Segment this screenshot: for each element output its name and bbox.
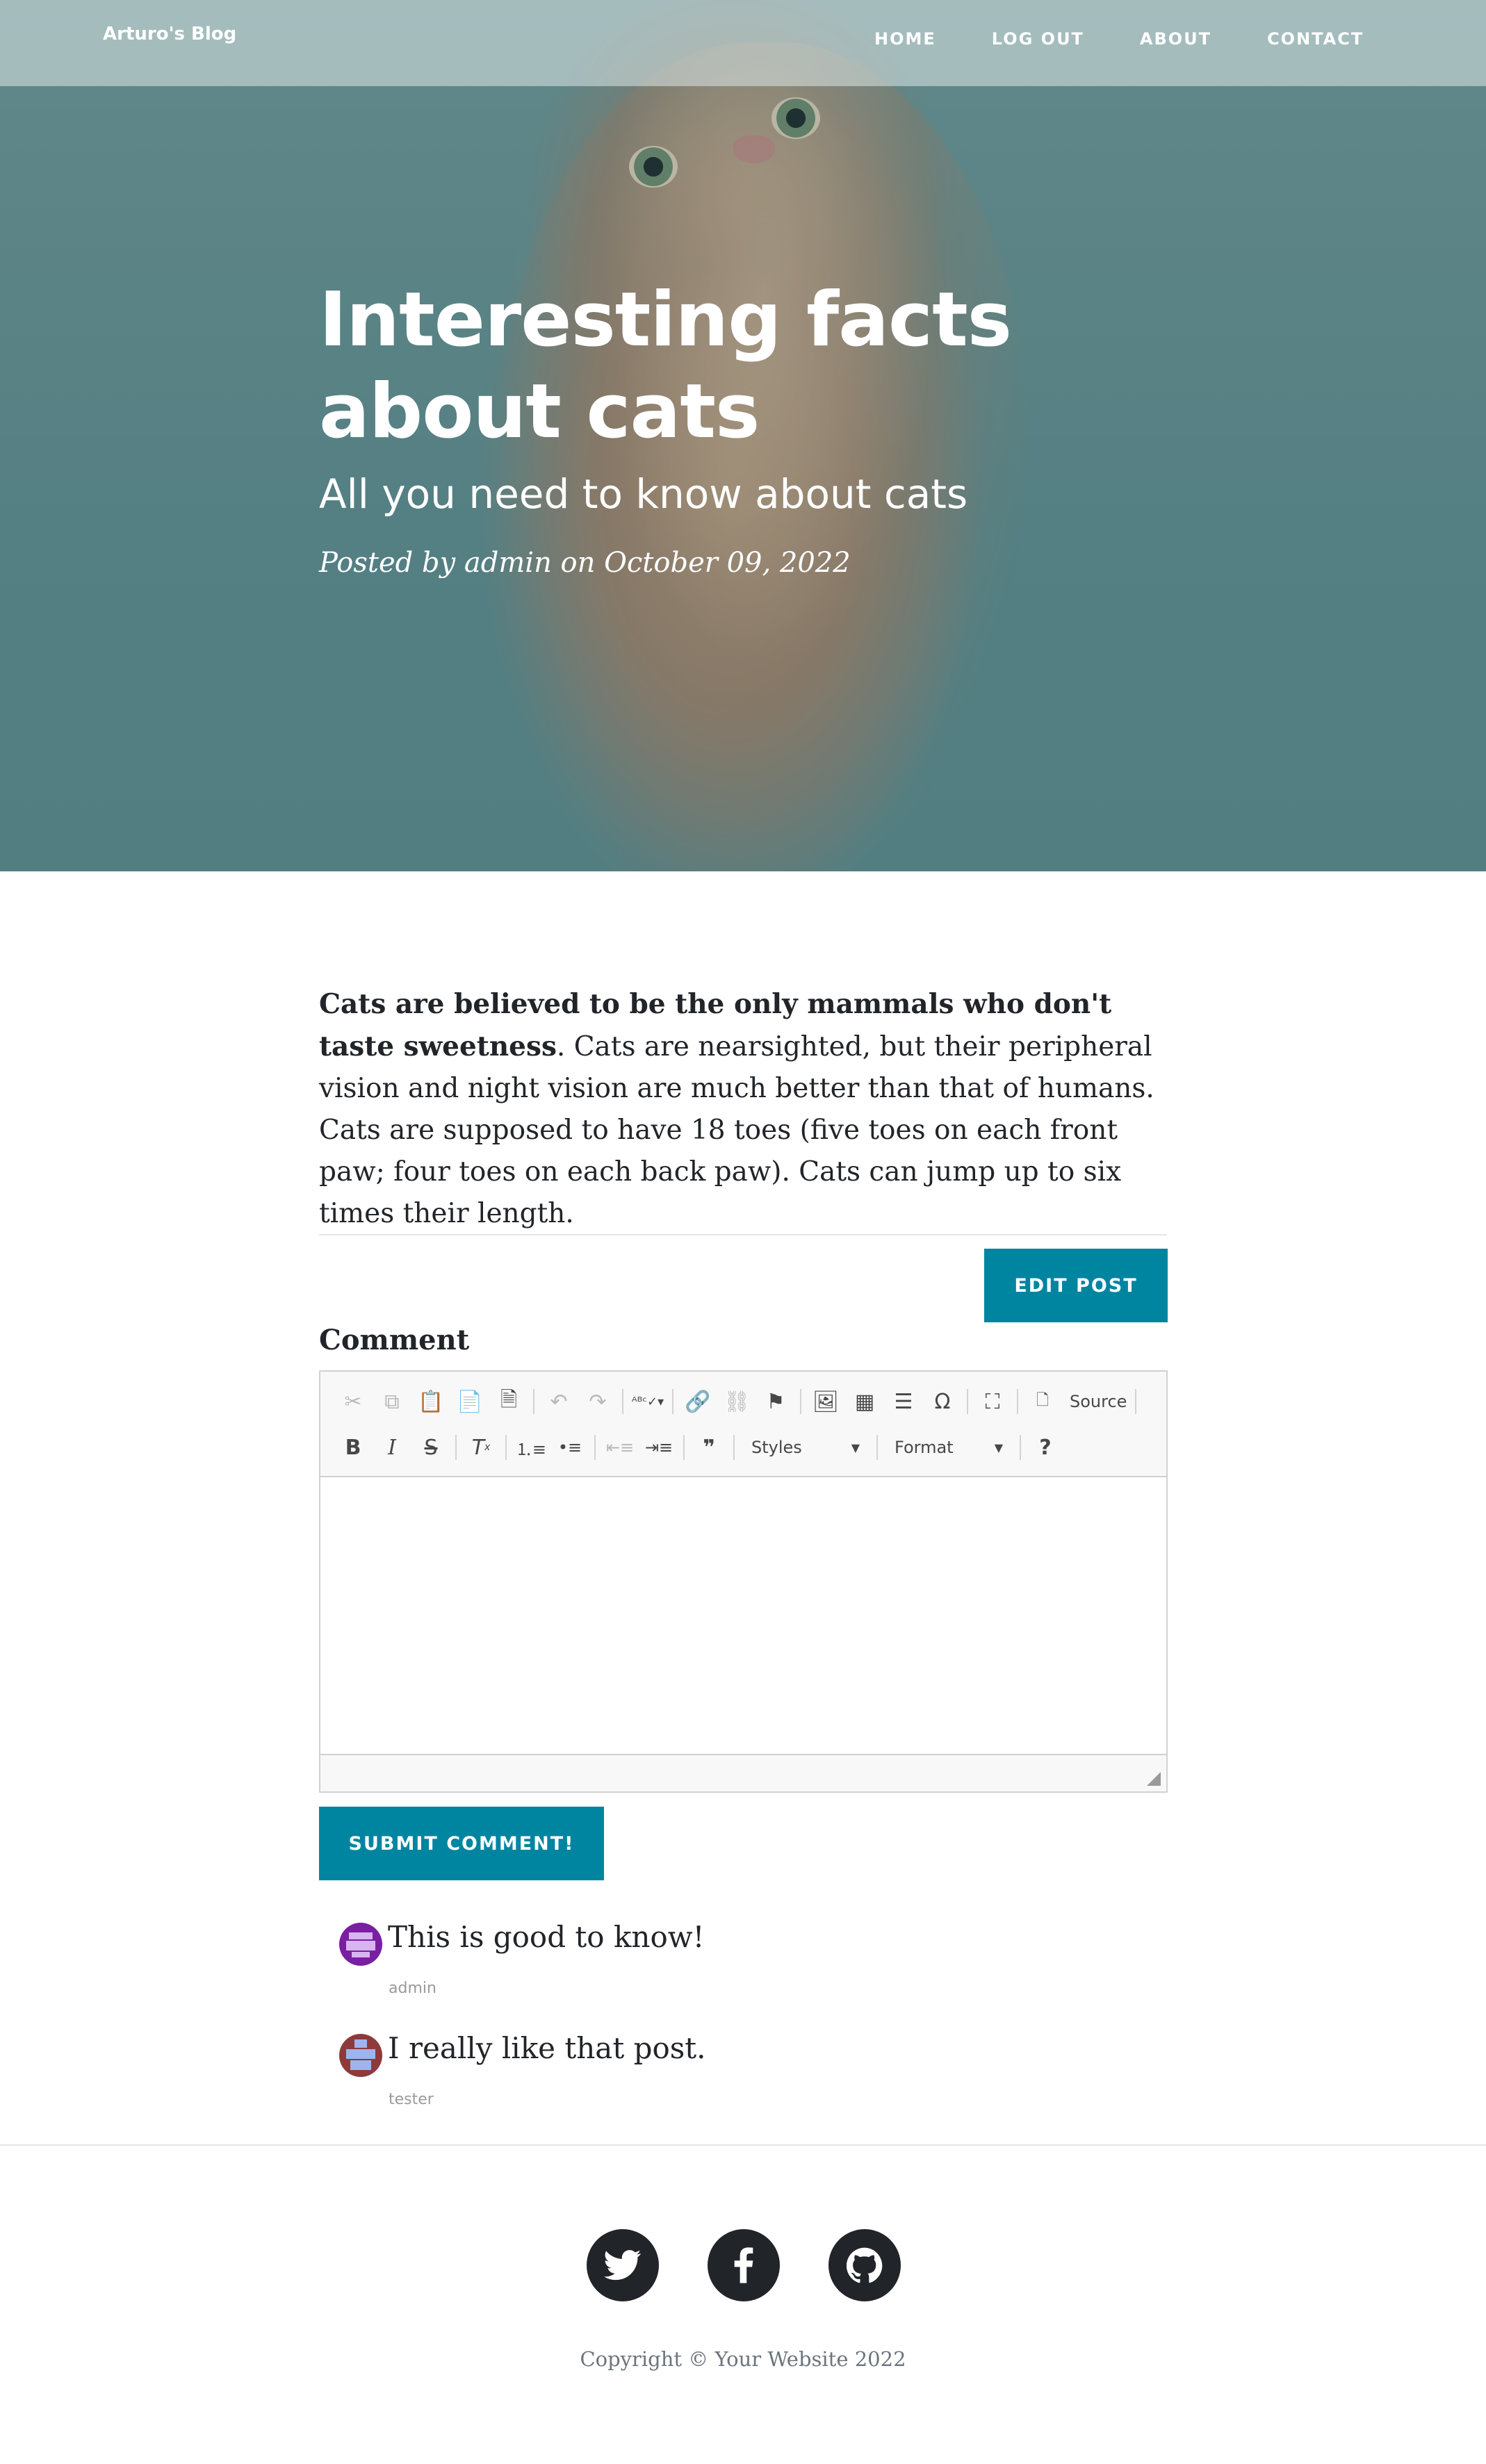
toolbar-separator — [1017, 1389, 1018, 1414]
post-meta: Posted by admin on October 09, 2022 — [319, 547, 1153, 579]
styles-dropdown-label: Styles — [751, 1438, 802, 1457]
navbar: Arturo's Blog HOME LOG OUT ABOUT CONTACT — [0, 0, 1486, 86]
format-dropdown-label: Format — [895, 1438, 954, 1457]
nav-links: HOME LOG OUT ABOUT CONTACT — [874, 29, 1419, 49]
content-divider — [319, 1234, 1167, 1235]
avatar — [339, 1923, 382, 1966]
post-date: October 09, 2022 — [604, 547, 851, 579]
paste-word-icon[interactable]: 🗎 — [491, 1384, 526, 1419]
editor-status-bar — [320, 1754, 1166, 1791]
meta-prefix: Posted by — [319, 547, 456, 579]
indent-icon[interactable]: ⇥≡ — [642, 1430, 676, 1465]
footer-divider — [0, 2144, 1486, 2146]
bold-icon[interactable]: B — [336, 1430, 370, 1465]
brand-link[interactable]: Arturo's Blog — [103, 24, 236, 44]
post-title: Interesting facts about cats — [319, 277, 1012, 455]
paste-icon[interactable]: 📋 — [414, 1384, 448, 1419]
help-icon[interactable]: ? — [1028, 1430, 1063, 1465]
toolbar-separator — [622, 1389, 623, 1414]
italic-icon[interactable]: I — [375, 1430, 409, 1465]
link-icon[interactable]: 🔗 — [680, 1384, 715, 1419]
bulleted-list-icon[interactable]: •≡ — [553, 1430, 587, 1465]
post-heading: Interesting facts about cats All you nee… — [319, 274, 1153, 579]
post-content: Cats are believed to be the only mammals… — [319, 983, 1167, 1235]
toolbar-separator — [800, 1389, 801, 1414]
toolbar-separator — [594, 1435, 596, 1460]
source-icon[interactable]: 🗋 — [1025, 1384, 1060, 1419]
resize-handle-icon[interactable] — [1147, 1772, 1161, 1786]
comment-text: This is good to know! — [388, 1920, 705, 1954]
nav-logout[interactable]: LOG OUT — [992, 29, 1084, 49]
toolbar-separator — [683, 1435, 685, 1460]
comment-label: Comment — [319, 1324, 470, 1356]
anchor-flag-icon[interactable]: ⚑ — [758, 1384, 793, 1419]
comment-text: I really like that post. — [388, 2031, 706, 2065]
toolbar-separator — [967, 1389, 968, 1414]
twitter-icon[interactable] — [587, 2229, 659, 2301]
avatar — [339, 2034, 382, 2077]
horizontal-rule-icon[interactable]: ☰ — [886, 1384, 921, 1419]
facebook-icon[interactable] — [708, 2229, 780, 2301]
toolbar-row-1: ✂ ⧉ 📋 📄 🗎 ↶ ↷ ᴬᴮᶜ✓▾ 🔗 ⛓ ⚑ 🖼 ▦ ☰ Ω ⛶ 🗋 So… — [336, 1384, 1143, 1419]
toolbar-separator — [672, 1389, 673, 1414]
toolbar-separator — [1020, 1435, 1021, 1460]
submit-comment-button[interactable]: SUBMIT COMMENT! — [319, 1807, 604, 1880]
post-author-link[interactable]: admin — [464, 547, 552, 579]
post-subtitle: All you need to know about cats — [319, 470, 968, 518]
chevron-down-icon: ▼ — [851, 1440, 860, 1454]
editor-toolbar: ✂ ⧉ 📋 📄 🗎 ↶ ↷ ᴬᴮᶜ✓▾ 🔗 ⛓ ⚑ 🖼 ▦ ☰ Ω ⛶ 🗋 So… — [320, 1372, 1166, 1477]
source-button-label[interactable]: Source — [1070, 1392, 1127, 1411]
spellcheck-icon[interactable]: ᴬᴮᶜ✓▾ — [630, 1384, 665, 1419]
meta-on: on — [560, 547, 596, 579]
nav-contact[interactable]: CONTACT — [1267, 29, 1364, 49]
copy-icon[interactable]: ⧉ — [375, 1384, 409, 1419]
paste-text-icon[interactable]: 📄 — [452, 1384, 487, 1419]
numbered-list-icon[interactable]: ⒈≡ — [514, 1430, 548, 1465]
toolbar-separator — [876, 1435, 878, 1460]
article-paragraph: Cats are believed to be the only mammals… — [319, 983, 1167, 1235]
edit-post-button[interactable]: EDIT POST — [984, 1249, 1168, 1322]
social-links — [587, 2229, 949, 2301]
toolbar-separator — [533, 1389, 534, 1414]
nav-about[interactable]: ABOUT — [1140, 29, 1211, 49]
cut-icon[interactable]: ✂ — [336, 1384, 370, 1419]
github-icon[interactable] — [828, 2229, 901, 2301]
unlink-icon[interactable]: ⛓ — [719, 1384, 754, 1419]
undo-icon[interactable]: ↶ — [541, 1384, 576, 1419]
comment-editor: ✂ ⧉ 📋 📄 🗎 ↶ ↷ ᴬᴮᶜ✓▾ 🔗 ⛓ ⚑ 🖼 ▦ ☰ Ω ⛶ 🗋 So… — [319, 1370, 1168, 1793]
format-dropdown[interactable]: Format ▼ — [885, 1433, 1010, 1462]
table-icon[interactable]: ▦ — [847, 1384, 882, 1419]
toolbar-separator — [505, 1435, 507, 1460]
maximize-icon[interactable]: ⛶ — [975, 1384, 1010, 1419]
outdent-icon[interactable]: ⇤≡ — [603, 1430, 637, 1465]
strikethrough-icon[interactable]: S — [414, 1430, 448, 1465]
redo-icon[interactable]: ↷ — [580, 1384, 615, 1419]
blockquote-icon[interactable]: ❞ — [692, 1430, 726, 1465]
chevron-down-icon: ▼ — [994, 1440, 1003, 1454]
comment-author: admin — [389, 1980, 436, 1997]
toolbar-separator — [733, 1435, 735, 1460]
comment-textarea[interactable] — [320, 1477, 1166, 1755]
toolbar-separator — [1135, 1389, 1137, 1414]
hero-header: Arturo's Blog HOME LOG OUT ABOUT CONTACT… — [0, 0, 1486, 871]
special-char-icon[interactable]: Ω — [925, 1384, 960, 1419]
remove-format-icon[interactable]: Tx — [464, 1430, 498, 1465]
styles-dropdown[interactable]: Styles ▼ — [742, 1433, 867, 1462]
toolbar-separator — [455, 1435, 457, 1460]
comment-author: tester — [389, 2091, 434, 2108]
image-icon[interactable]: 🖼 — [808, 1384, 843, 1419]
nav-home[interactable]: HOME — [874, 29, 936, 49]
toolbar-row-2: B I S Tx ⒈≡ •≡ ⇤≡ ⇥≡ ❞ Styles ▼ Format ▼ — [336, 1430, 1067, 1465]
copyright-text: Copyright © Your Website 2022 — [580, 2347, 906, 2371]
